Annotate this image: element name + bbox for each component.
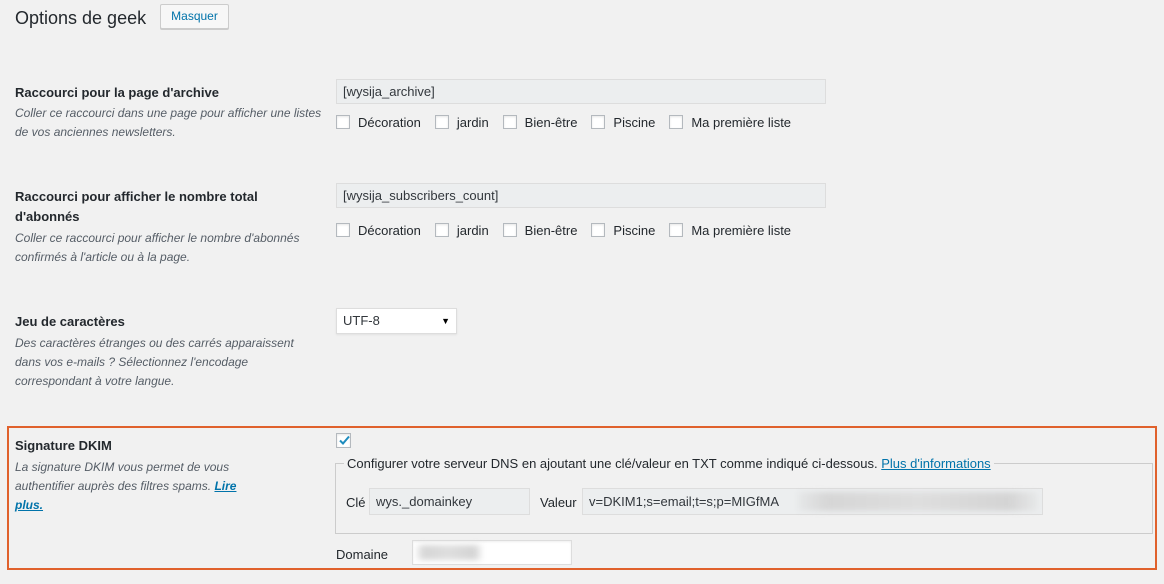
key-field[interactable]: wys._domainkey [369, 488, 530, 515]
subscribers-shortcode-label: Raccourci pour afficher le nombre total … [15, 189, 258, 224]
value-field-text: v=DKIM1;s=email;t=s;p=MIGfMA [589, 494, 780, 509]
archive-list-label: Bien-être [524, 114, 578, 130]
checkmark-icon [339, 435, 350, 445]
dkim-label: Signature DKIM [15, 438, 112, 453]
redacted-domain-blur [416, 545, 482, 560]
dns-instructions: Configurer votre serveur DNS en ajoutant… [347, 456, 878, 471]
archive-list-checkbox-ma-premiere-liste[interactable] [669, 115, 684, 129]
subscribers-list-label: Décoration [358, 222, 421, 238]
more-info-link[interactable]: Plus d'informations [881, 456, 990, 471]
redacted-value-blur [798, 492, 1038, 511]
archive-list-checkbox-jardin[interactable] [434, 115, 449, 129]
subscribers-list-checkbox-ma-premiere-liste[interactable] [669, 223, 684, 237]
subscribers-shortcode-description: Coller ce raccourci pour afficher le nom… [15, 231, 300, 264]
archive-shortcode-label: Raccourci pour la page d'archive [15, 85, 219, 100]
domain-label: Domaine [336, 547, 389, 562]
charset-selected-value: UTF-8 [343, 313, 380, 328]
subscribers-list-label: Bien-être [524, 222, 578, 238]
archive-list-checkboxes: Décoration jardin Bien-être Piscine Ma p… [336, 113, 805, 131]
subscribers-list-label: Ma première liste [691, 222, 792, 238]
subscribers-list-label: jardin [456, 222, 489, 238]
page-title: Options de geek [15, 8, 147, 28]
archive-list-label: Ma première liste [691, 114, 792, 130]
archive-shortcode-field[interactable]: [wysija_archive] [336, 79, 826, 104]
subscribers-list-checkbox-bien-etre[interactable] [502, 223, 517, 237]
subscribers-list-checkboxes: Décoration jardin Bien-être Piscine Ma p… [336, 221, 805, 239]
archive-list-checkbox-decoration[interactable] [336, 115, 350, 129]
dkim-description: La signature DKIM vous permet de vous au… [15, 458, 265, 515]
hide-button[interactable]: Masquer [160, 4, 229, 29]
archive-list-label: jardin [456, 114, 489, 130]
subscribers-list-label: Piscine [613, 222, 656, 238]
subscribers-list-checkbox-piscine[interactable] [591, 223, 606, 237]
archive-list-label: Décoration [358, 114, 421, 130]
charset-select[interactable]: UTF-8 ▼ [336, 308, 457, 334]
archive-list-checkbox-bien-etre[interactable] [502, 115, 517, 129]
charset-label: Jeu de caractères [15, 314, 125, 329]
subscribers-list-checkbox-jardin[interactable] [434, 223, 449, 237]
dns-config-legend: Configurer votre serveur DNS en ajoutant… [344, 456, 994, 472]
value-label: Valeur [540, 495, 577, 510]
key-label: Clé [346, 495, 366, 510]
subscribers-list-checkbox-decoration[interactable] [336, 223, 350, 237]
subscribers-shortcode-field[interactable]: [wysija_subscribers_count] [336, 183, 826, 208]
archive-list-checkbox-piscine[interactable] [591, 115, 606, 129]
archive-list-label: Piscine [613, 114, 656, 130]
archive-shortcode-description: Coller ce raccourci dans une page pour a… [15, 106, 322, 139]
dkim-description-text: La signature DKIM vous permet de vous au… [15, 460, 230, 493]
dkim-enable-checkbox[interactable] [336, 433, 351, 448]
dropdown-arrow-icon: ▼ [441, 316, 450, 326]
charset-description: Des caractères étranges ou des carrés ap… [15, 336, 294, 388]
